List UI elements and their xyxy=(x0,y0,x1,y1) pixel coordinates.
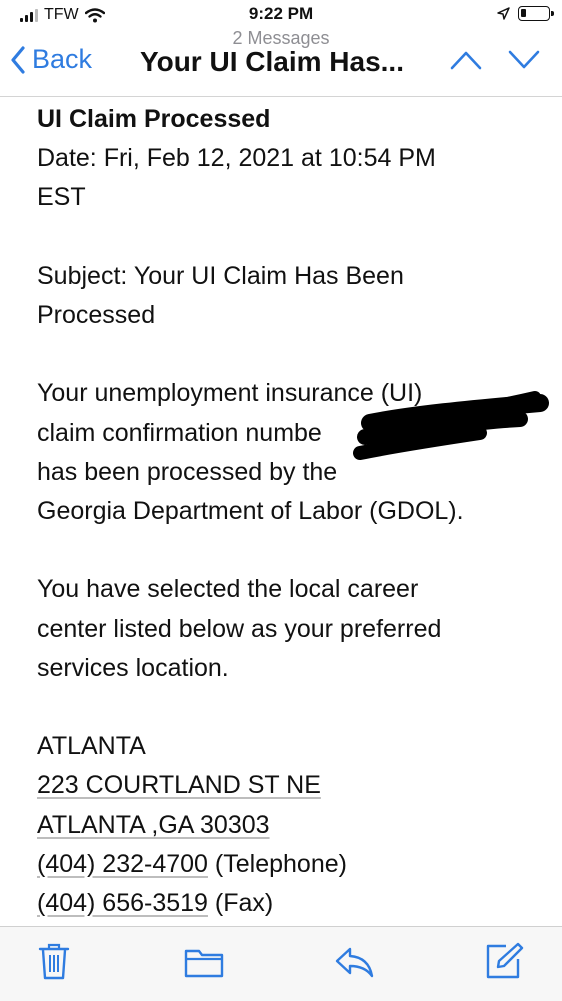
fax-link[interactable]: (404) 656-3519 xyxy=(37,889,208,917)
email-body: UI Claim Processed Date: Fri, Feb 12, 20… xyxy=(37,100,547,923)
chevron-left-icon xyxy=(11,45,25,74)
career-line: center listed below as your preferred xyxy=(37,614,442,643)
next-message-button[interactable] xyxy=(508,50,540,70)
office-city: ATLANTA xyxy=(37,732,146,761)
status-time: 9:22 PM xyxy=(248,4,314,23)
email-subject: Subject: Your UI Claim Has Been xyxy=(37,261,404,290)
fax-label: (Fax) xyxy=(207,889,274,917)
bottom-toolbar xyxy=(0,926,562,1001)
career-line: You have selected the local career xyxy=(37,575,419,604)
email-date-tz: EST xyxy=(37,183,86,212)
message-navigation xyxy=(450,50,540,70)
nav-bar: 2 Messages Back Your UI Claim Has... xyxy=(0,28,562,97)
back-label: Back xyxy=(32,44,93,74)
body-line: Georgia Department of Labor (GDOL). xyxy=(37,497,464,525)
battery-icon xyxy=(518,6,554,21)
folder-icon[interactable] xyxy=(183,945,225,979)
email-subject-cont: Processed xyxy=(37,301,156,329)
status-right xyxy=(497,6,554,21)
location-arrow-icon xyxy=(497,7,510,20)
career-line: services location. xyxy=(37,653,229,682)
compose-icon[interactable] xyxy=(484,941,524,981)
address-link-2[interactable]: ATLANTA ,GA 30303 xyxy=(37,811,270,839)
reply-icon[interactable] xyxy=(332,943,376,981)
telephone-label: (Telephone) xyxy=(207,849,347,878)
trash-icon[interactable] xyxy=(36,941,72,981)
back-button[interactable]: Back xyxy=(10,44,92,75)
redaction-marker xyxy=(353,391,549,460)
email-heading: UI Claim Processed xyxy=(37,105,271,133)
email-date: Date: Fri, Feb 12, 2021 at 10:54 PM xyxy=(37,144,436,173)
telephone-link[interactable]: (404) 232-4700 xyxy=(37,850,208,878)
address-link[interactable]: 223 COURTLAND ST NE xyxy=(37,771,321,799)
previous-message-button[interactable] xyxy=(450,50,482,70)
page-title: Your UI Claim Has... xyxy=(140,46,404,77)
